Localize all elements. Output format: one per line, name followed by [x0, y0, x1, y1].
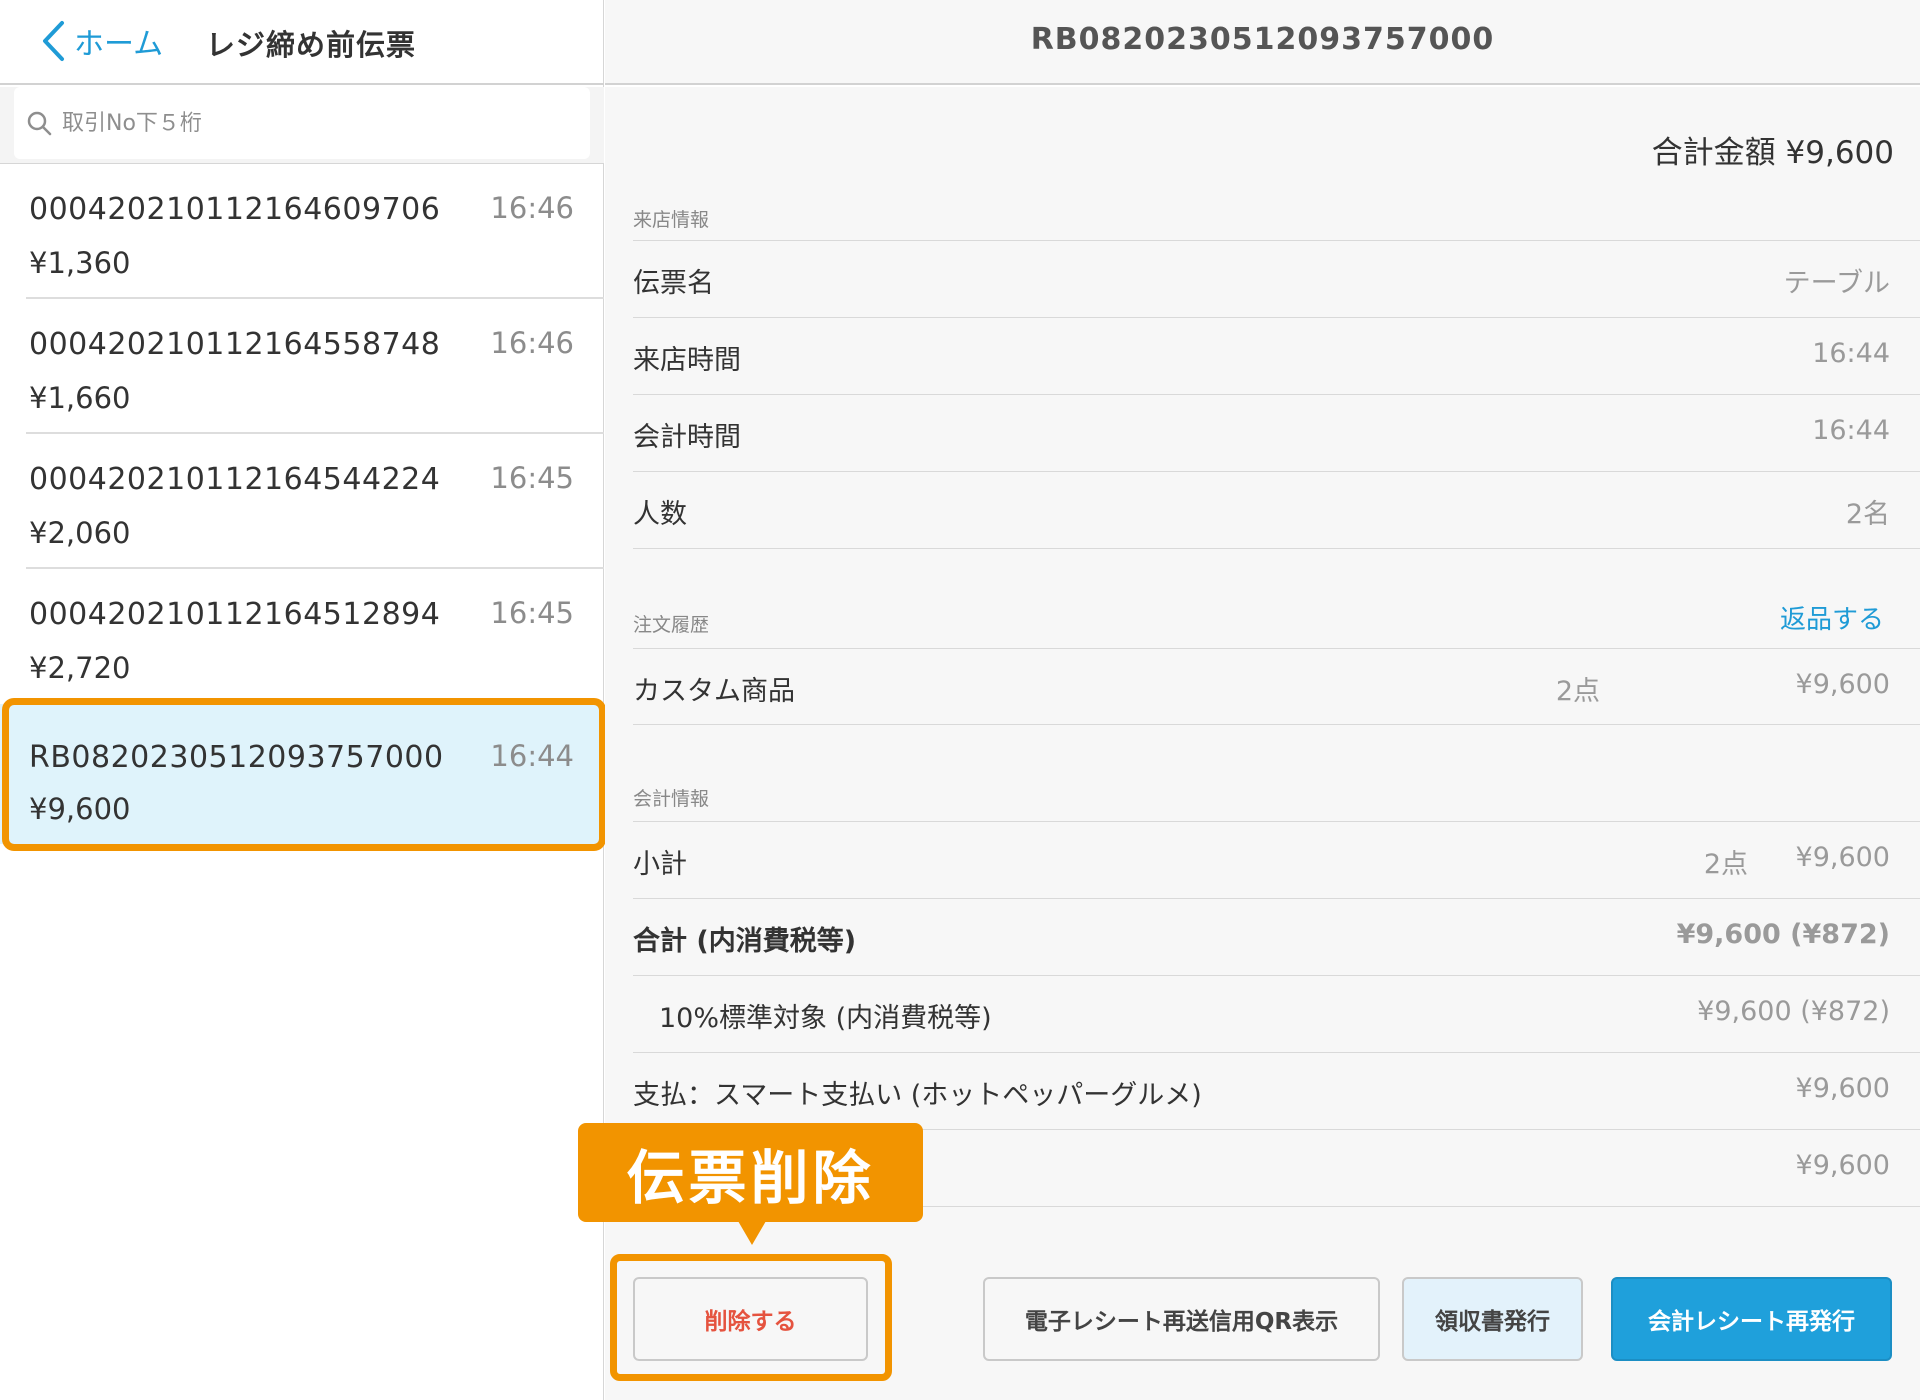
slip-time: 16:45 — [490, 461, 574, 495]
return-link[interactable]: 返品する — [1780, 599, 1884, 636]
search-input[interactable] — [62, 110, 542, 136]
slip-number: 000420210112164544224 — [29, 462, 441, 497]
slip-number: 000420210112164512894 — [29, 597, 441, 632]
row-value: テーブル — [1783, 268, 1890, 299]
slip-time: 16:46 — [490, 326, 574, 360]
visit-time-row: 来店時間 16:44 — [633, 317, 1920, 394]
payment-info-section-label: 会計情報 — [633, 788, 710, 810]
slip-amount: ¥2,060 — [29, 516, 131, 550]
order-item-row: カスタム商品 2点 ¥9,600 — [633, 648, 1920, 725]
row-value: ¥9,600 (¥872) — [1697, 996, 1890, 1027]
row-value: 2名 — [1845, 499, 1890, 530]
visit-info-section-label: 来店情報 — [633, 209, 710, 231]
slip-amount: ¥2,720 — [29, 651, 131, 685]
row-value: ¥9,600 — [1795, 1073, 1890, 1104]
total-row: 合計 (内消費税等) ¥9,600 (¥872) — [633, 898, 1920, 975]
row-quantity: 2点 — [1555, 676, 1600, 707]
tax-row: 10%標準対象 (内消費税等) ¥9,600 (¥872) — [633, 975, 1920, 1052]
row-label: 支払：スマート支払い (ホットペッパーグルメ) — [633, 1080, 1202, 1111]
row-value: 16:44 — [1812, 338, 1890, 369]
slip-list-item[interactable]: 000420210112164558748 ¥1,660 16:46 — [26, 299, 604, 434]
row-value: ¥9,600 — [1795, 669, 1890, 700]
slip-number: 000420210112164609706 — [29, 192, 441, 227]
back-label: ホーム — [74, 27, 164, 62]
row-label: 会計時間 — [633, 422, 741, 453]
total-amount: 合計金額 ¥9,600 — [1651, 135, 1894, 171]
slip-time: 16:46 — [490, 191, 574, 225]
divider — [633, 724, 1920, 725]
callout-pointer — [738, 1221, 766, 1245]
slip-list-item[interactable]: 000420210112164512894 ¥2,720 16:45 — [26, 569, 604, 704]
order-history-section-label: 注文履歴 — [633, 614, 710, 636]
divider — [633, 548, 1920, 549]
back-home-button[interactable]: ホーム — [40, 18, 163, 64]
delete-slip-button[interactable]: 削除する — [633, 1277, 868, 1361]
search-box[interactable] — [14, 87, 590, 159]
subtotal-row: 小計 2点 ¥9,600 — [633, 821, 1920, 898]
row-label: 人数 — [633, 499, 687, 530]
reissue-receipt-button[interactable]: 会計レシート再発行 — [1611, 1277, 1892, 1361]
slip-list-item-selected[interactable]: RB0820230512093757000 ¥9,600 16:44 — [0, 704, 604, 844]
slip-list-item[interactable]: 000420210112164544224 ¥2,060 16:45 — [26, 434, 604, 569]
row-label: 10%標準対象 (内消費税等) — [659, 1003, 992, 1034]
row-value: ¥9,600 — [1795, 842, 1890, 873]
guest-count-row: 人数 2名 — [633, 471, 1920, 548]
show-e-receipt-qr-button[interactable]: 電子レシート再送信用QR表示 — [983, 1277, 1380, 1361]
slip-amount: ¥1,360 — [29, 246, 131, 280]
page-title: レジ締め前伝票 — [206, 28, 417, 62]
row-value: ¥9,600 — [1795, 1150, 1890, 1181]
payment-method-row: 支払：スマート支払い (ホットペッパーグルメ) ¥9,600 — [633, 1052, 1920, 1129]
row-value: ¥9,600 (¥872) — [1676, 919, 1890, 950]
slip-number: RB0820230512093757000 — [29, 740, 444, 775]
row-label: 伝票名 — [633, 268, 714, 299]
slip-amount: ¥1,660 — [29, 381, 131, 415]
issue-receipt-button[interactable]: 領収書発行 — [1402, 1277, 1583, 1361]
detail-header: RB0820230512093757000 — [605, 0, 1920, 85]
slip-amount: ¥9,600 — [29, 792, 131, 826]
delete-callout: 伝票削除 — [578, 1123, 923, 1222]
slip-time: 16:44 — [490, 739, 574, 773]
chevron-left-icon — [43, 21, 64, 61]
search-area — [0, 87, 604, 164]
slip-number: 000420210112164558748 — [29, 327, 441, 362]
detail-title: RB0820230512093757000 — [1030, 22, 1495, 57]
slip-list-item[interactable]: 000420210112164609706 ¥1,360 16:46 — [26, 164, 604, 299]
search-icon — [27, 111, 52, 136]
slip-list-pane: ホーム レジ締め前伝票 000420210112164609706 ¥1,360… — [0, 0, 606, 1400]
slip-name-row: 伝票名 テーブル — [633, 240, 1920, 317]
checkout-time-row: 会計時間 16:44 — [633, 394, 1920, 471]
row-label: 小計 — [633, 849, 687, 880]
row-label: 合計 (内消費税等) — [633, 926, 857, 957]
row-value: 16:44 — [1812, 415, 1890, 446]
slip-time: 16:45 — [490, 596, 574, 630]
row-quantity: 2点 — [1703, 849, 1748, 880]
left-header: ホーム レジ締め前伝票 — [0, 0, 604, 85]
row-label: 来店時間 — [633, 345, 741, 376]
row-label: カスタム商品 — [633, 676, 795, 707]
slip-list: 000420210112164609706 ¥1,360 16:46 00042… — [0, 164, 604, 844]
